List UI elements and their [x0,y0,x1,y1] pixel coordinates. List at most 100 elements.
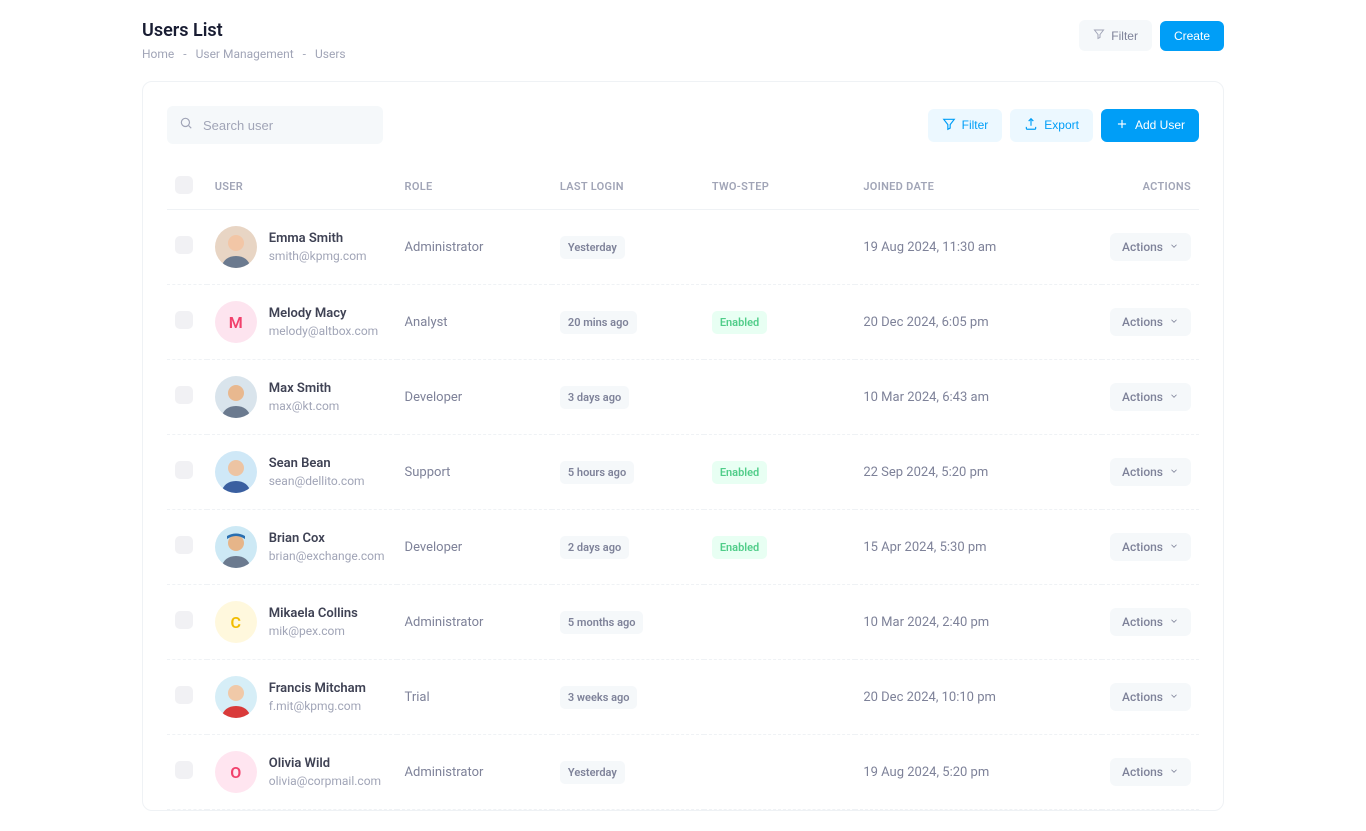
joined-date: 10 Mar 2024, 6:43 am [863,390,989,405]
table-row: M Melody Macy melody@altbox.com Analyst … [167,285,1199,360]
breadcrumb: Home - User Management - Users [142,47,346,61]
table-row: O Olivia Wild olivia@corpmail.com Admini… [167,735,1199,810]
user-email: mik@pex.com [269,624,358,638]
users-card: Filter Export Add User [142,81,1224,811]
user-email: max@kt.com [269,399,340,413]
search-icon [179,116,193,134]
row-checkbox[interactable] [175,611,193,629]
user-name[interactable]: Mikaela Collins [269,606,358,621]
row-checkbox[interactable] [175,386,193,404]
row-actions-button[interactable]: Actions [1110,383,1191,411]
user-role: Administrator [405,240,484,255]
search-input[interactable] [167,106,383,144]
add-user-label: Add User [1135,118,1185,132]
row-actions-button[interactable]: Actions [1110,458,1191,486]
joined-date: 20 Dec 2024, 6:05 pm [863,315,988,330]
user-role: Developer [405,540,463,555]
avatar[interactable]: M [215,301,257,343]
joined-date: 10 Mar 2024, 2:40 pm [863,615,989,630]
user-role: Administrator [405,765,484,780]
two-step-badge: Enabled [712,536,767,559]
select-all-checkbox[interactable] [175,176,193,194]
row-checkbox[interactable] [175,236,193,254]
user-name[interactable]: Sean Bean [269,456,365,471]
avatar[interactable]: O [215,751,257,793]
row-actions-button[interactable]: Actions [1110,533,1191,561]
col-header-role[interactable]: ROLE [397,164,552,210]
user-name[interactable]: Brian Cox [269,531,385,546]
chevron-down-icon [1169,540,1179,554]
chevron-down-icon [1169,615,1179,629]
row-actions-button[interactable]: Actions [1110,308,1191,336]
funnel-icon [1093,28,1105,43]
toolbar-filter-button[interactable]: Filter [928,109,1003,142]
avatar[interactable] [215,451,257,493]
row-checkbox[interactable] [175,461,193,479]
breadcrumb-sep: - [183,47,186,61]
add-user-button[interactable]: Add User [1101,109,1199,142]
user-name[interactable]: Max Smith [269,381,340,396]
chevron-down-icon [1169,315,1179,329]
last-login-badge: 20 mins ago [560,311,637,334]
user-name[interactable]: Melody Macy [269,306,378,321]
row-checkbox[interactable] [175,536,193,554]
last-login-badge: 5 hours ago [560,461,634,484]
toolbar-filter-label: Filter [962,118,989,132]
table-row: Francis Mitcham f.mit@kpmg.com Trial 3 w… [167,660,1199,735]
table-row: Emma Smith smith@kpmg.com Administrator … [167,210,1199,285]
table-row: C Mikaela Collins mik@pex.com Administra… [167,585,1199,660]
user-name[interactable]: Francis Mitcham [269,681,366,696]
actions-label: Actions [1122,390,1163,404]
actions-label: Actions [1122,540,1163,554]
user-name[interactable]: Olivia Wild [269,756,381,771]
col-header-last-login[interactable]: LAST LOGIN [552,164,704,210]
header-create-button[interactable]: Create [1160,21,1224,51]
header-filter-button[interactable]: Filter [1079,20,1152,51]
users-table: USER ROLE LAST LOGIN TWO-STEP JOINED DAT… [167,164,1199,810]
row-checkbox[interactable] [175,311,193,329]
funnel-icon [942,117,956,134]
user-name[interactable]: Emma Smith [269,231,367,246]
row-actions-button[interactable]: Actions [1110,758,1191,786]
breadcrumb-home[interactable]: Home [142,47,174,61]
col-header-two-step[interactable]: TWO-STEP [704,164,856,210]
actions-label: Actions [1122,765,1163,779]
user-email: f.mit@kpmg.com [269,699,366,713]
last-login-badge: Yesterday [560,761,625,784]
row-actions-button[interactable]: Actions [1110,233,1191,261]
two-step-badge: Enabled [712,311,767,334]
user-role: Trial [405,690,430,705]
last-login-badge: 3 weeks ago [560,686,638,709]
row-actions-button[interactable]: Actions [1110,608,1191,636]
avatar[interactable] [215,676,257,718]
user-role: Administrator [405,615,484,630]
avatar[interactable] [215,226,257,268]
row-actions-button[interactable]: Actions [1110,683,1191,711]
actions-label: Actions [1122,690,1163,704]
chevron-down-icon [1169,465,1179,479]
avatar[interactable] [215,526,257,568]
col-header-user[interactable]: USER [207,164,397,210]
breadcrumb-user-mgmt[interactable]: User Management [196,47,294,61]
user-email: smith@kpmg.com [269,249,367,263]
table-row: Max Smith max@kt.com Developer 3 days ag… [167,360,1199,435]
last-login-badge: Yesterday [560,236,625,259]
user-role: Support [405,465,451,480]
breadcrumb-current: Users [315,47,346,61]
row-checkbox[interactable] [175,761,193,779]
toolbar-export-button[interactable]: Export [1010,109,1093,142]
plus-icon [1115,117,1129,134]
actions-label: Actions [1122,240,1163,254]
avatar[interactable] [215,376,257,418]
joined-date: 15 Apr 2024, 5:30 pm [863,540,986,555]
chevron-down-icon [1169,765,1179,779]
col-header-joined[interactable]: JOINED DATE [855,164,1102,210]
last-login-badge: 5 months ago [560,611,644,634]
actions-label: Actions [1122,315,1163,329]
row-checkbox[interactable] [175,686,193,704]
chevron-down-icon [1169,390,1179,404]
user-email: olivia@corpmail.com [269,774,381,788]
chevron-down-icon [1169,240,1179,254]
actions-label: Actions [1122,465,1163,479]
avatar[interactable]: C [215,601,257,643]
